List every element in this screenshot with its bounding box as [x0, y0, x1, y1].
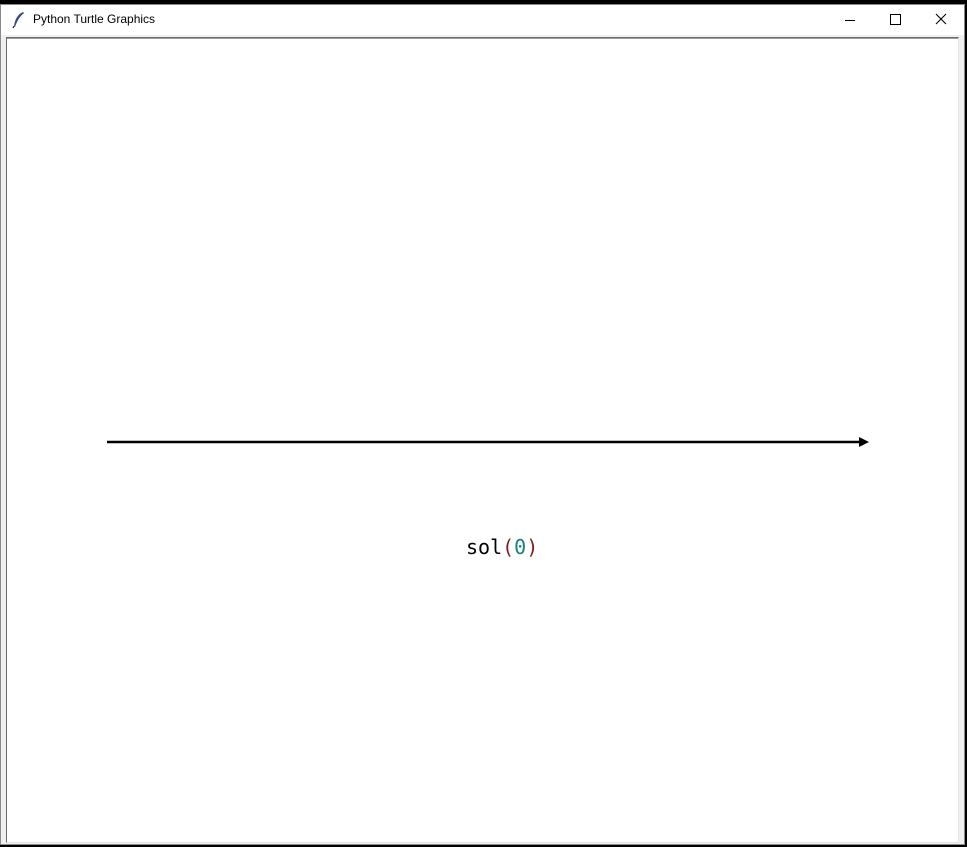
maximize-button[interactable]: [873, 5, 919, 35]
turtle-canvas[interactable]: sol(0): [6, 37, 959, 843]
minimize-button[interactable]: [827, 5, 873, 35]
label-open-paren: (: [502, 535, 515, 559]
turtle-window: Python Turtle Graphics sol(0): [0, 4, 965, 845]
close-icon: [935, 13, 947, 25]
code-label: sol(0): [466, 535, 538, 559]
window-title: Python Turtle Graphics: [33, 12, 156, 26]
close-button[interactable]: [918, 5, 964, 35]
label-function-name: sol: [466, 535, 503, 559]
minimize-icon: [845, 20, 855, 21]
label-argument: 0: [514, 535, 527, 559]
turtle-arrowhead: [859, 437, 869, 447]
maximize-icon: [890, 14, 901, 25]
label-close-paren: ): [526, 535, 539, 559]
title-bar[interactable]: Python Turtle Graphics: [1, 5, 964, 35]
feather-icon: [11, 11, 27, 29]
drawing-surface: [107, 437, 869, 447]
